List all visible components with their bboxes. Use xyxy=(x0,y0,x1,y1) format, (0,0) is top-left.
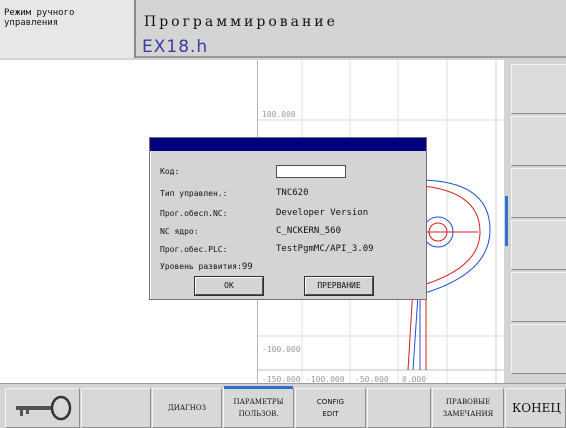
end-softkey[interactable]: КОНЕЦ xyxy=(505,388,566,428)
horizontal-softkey-bar: ДИАГНОЗ ПАРАМЕТРЫ ПОЛЬЗОВ. CONFIG EDIT П… xyxy=(0,383,566,428)
config-edit-softkey[interactable]: CONFIG EDIT xyxy=(295,388,366,428)
x-tick-label: -150.000 xyxy=(262,375,301,383)
key-icon xyxy=(15,395,71,421)
nc-kernel-label: NC ядро: xyxy=(160,227,199,236)
control-type-value: TNC620 xyxy=(276,188,309,198)
y-tick-label: 100.000 xyxy=(262,110,296,119)
version-info-dialog: Код: Тип управлен.: TNC620 Прог.обесп.NC… xyxy=(149,137,427,300)
user-params-label-1: ПАРАМЕТРЫ xyxy=(233,398,284,406)
programming-mode-title: Программирование xyxy=(144,14,338,30)
user-params-label-2: ПОЛЬЗОВ. xyxy=(238,410,279,418)
ok-button[interactable]: OK xyxy=(195,277,263,295)
program-file-name: EX18.h xyxy=(142,37,209,57)
vertical-softkey-5[interactable] xyxy=(511,272,566,322)
y-tick-label: -100.000 xyxy=(262,345,301,354)
code-input[interactable] xyxy=(276,165,346,178)
end-label: КОНЕЦ xyxy=(512,401,561,415)
legal-notices-softkey[interactable]: ПРАВОВЫЕ ЗАМЕЧАНИЯ xyxy=(432,388,504,428)
nc-kernel-value: C_NCKERN_560 xyxy=(276,226,342,236)
vertical-softkey-bar xyxy=(504,60,566,383)
feature-level-label-text: Уровень развития: xyxy=(160,262,242,271)
header-bar: Режим ручного управления Программировани… xyxy=(0,0,566,58)
cancel-button[interactable]: ПРЕРВАНИЕ xyxy=(305,277,373,295)
config-label-1: CONFIG xyxy=(316,398,345,406)
empty-softkey-1[interactable] xyxy=(81,388,151,428)
nc-software-label: Прог.обесп.NC: xyxy=(160,209,228,218)
empty-softkey-2[interactable] xyxy=(367,388,431,428)
vertical-softkey-3[interactable] xyxy=(511,168,566,218)
x-tick-label: -100.000 xyxy=(306,375,345,383)
plc-software-label: Прог.обес.PLC: xyxy=(160,245,228,254)
x-tick-label: 0.000 xyxy=(402,375,426,383)
key-softkey[interactable] xyxy=(5,388,80,428)
user-parameters-softkey[interactable]: ПАРАМЕТРЫ ПОЛЬЗОВ. xyxy=(223,386,294,428)
x-tick-label: -50.000 xyxy=(355,375,389,383)
vertical-softkey-1[interactable] xyxy=(511,64,566,114)
plc-software-value: TestPgmMC/API_3.09 xyxy=(276,244,374,254)
code-label: Код: xyxy=(160,167,180,176)
vertical-softkey-2[interactable] xyxy=(511,116,566,166)
softkey-page-indicator xyxy=(505,196,508,246)
active-softkey-indicator xyxy=(224,386,293,389)
mode-line-2: управления xyxy=(4,18,59,28)
vertical-softkey-6[interactable] xyxy=(511,324,566,374)
nc-software-value: Developer Version xyxy=(276,208,369,218)
diagnosis-softkey[interactable]: ДИАГНОЗ xyxy=(152,388,222,428)
config-label-2: EDIT xyxy=(322,410,339,418)
feature-level-value: 99 xyxy=(241,262,253,272)
vertical-softkey-4[interactable] xyxy=(511,220,566,270)
feature-level-label: Уровень развития:99 xyxy=(160,262,253,272)
legal-label-2: ЗАМЕЧАНИЯ xyxy=(442,410,494,418)
control-type-label: Тип управлен.: xyxy=(160,189,228,198)
dialog-title-bar[interactable] xyxy=(150,138,426,151)
legal-label-1: ПРАВОВЫЕ xyxy=(445,398,491,406)
mode-line-1: Режим ручного xyxy=(4,8,75,18)
machine-mode-panel[interactable]: Режим ручного управления xyxy=(0,0,136,58)
diagnosis-label: ДИАГНОЗ xyxy=(168,404,206,412)
